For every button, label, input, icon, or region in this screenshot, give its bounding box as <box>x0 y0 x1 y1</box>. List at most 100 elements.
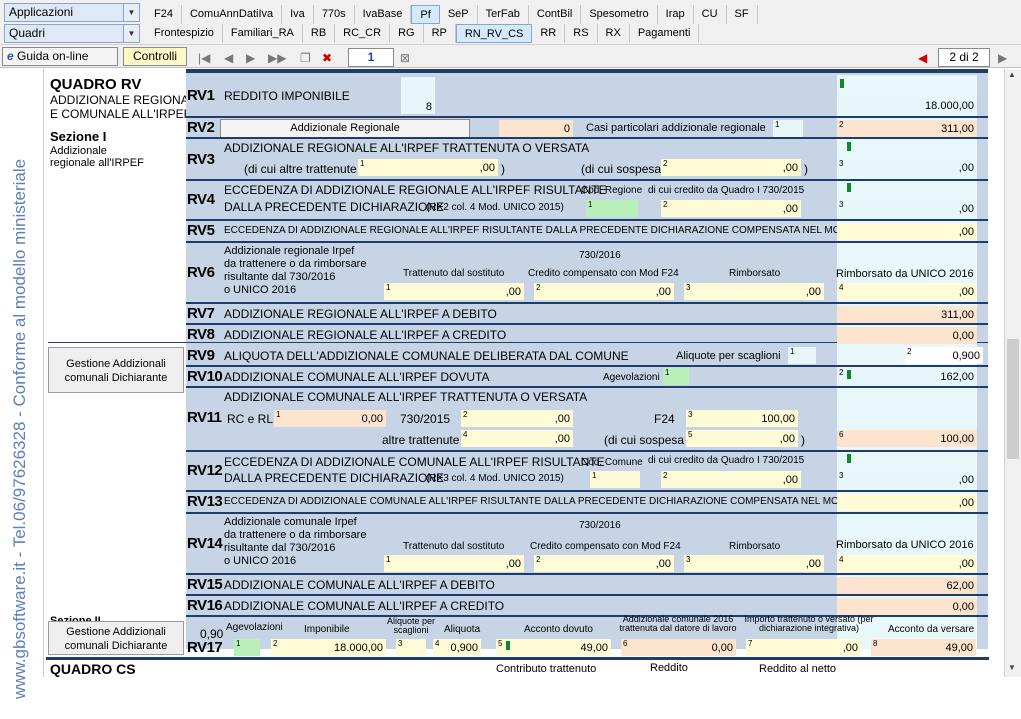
rv14-col-1: Trattenuto dal sostituto <box>403 541 505 552</box>
tab-rn-rv-cs[interactable]: RN_RV_CS <box>455 24 533 43</box>
copy-icon[interactable]: ❐ <box>300 51 311 65</box>
rv5-field[interactable]: ,00 <box>837 223 977 240</box>
chevron-down-icon[interactable]: ▼ <box>123 25 139 42</box>
tab-irap[interactable]: Irap <box>658 5 694 24</box>
tab-comuanndatiiva[interactable]: ComuAnnDatiIva <box>182 5 283 24</box>
addizionale-regionale-button[interactable]: Addizionale Regionale <box>220 119 470 138</box>
rv2-field-0[interactable]: 0 <box>499 120 573 137</box>
tab-rc-cr[interactable]: RC_CR <box>335 24 391 43</box>
rv3-field-2[interactable]: 2,00 <box>661 159 801 176</box>
rv14-field-3[interactable]: 3,00 <box>684 555 824 572</box>
tab-ivabase[interactable]: IvaBase <box>355 5 412 24</box>
close-icon[interactable]: ⊠ <box>400 51 410 65</box>
prev-page-icon[interactable]: ◀ <box>224 51 233 65</box>
rv5-label: ECCEDENZA DI ADDIZIONALE REGIONALE ALL'I… <box>224 225 871 236</box>
rv17-field-2[interactable]: 2 18.000,00 <box>271 639 386 656</box>
rv12-field-1[interactable]: 1 <box>590 471 640 488</box>
rv12-field-3[interactable]: 3,00 <box>837 454 977 488</box>
next-module-icon[interactable]: ▶ <box>998 51 1007 65</box>
rv11-field-1[interactable]: 1 0,00 <box>274 410 386 427</box>
rv16-field[interactable]: 0,00 <box>837 598 977 615</box>
rv3-field-1[interactable]: 1,00 <box>358 159 498 176</box>
rv7-field[interactable]: 311,00 <box>837 306 977 323</box>
rv14-field-2[interactable]: 2,00 <box>534 555 674 572</box>
rv11-field-5[interactable]: 5,00 <box>686 430 798 447</box>
rv3-altre-label: (di cui altre trattenute <box>244 162 357 176</box>
rv10-field-2[interactable]: 2 162,00 <box>837 368 977 385</box>
controlli-button[interactable]: Controlli <box>123 47 187 66</box>
rv3-field-3[interactable]: 3,00 <box>837 142 977 176</box>
rv6-field-4[interactable]: 4,00 <box>837 283 977 300</box>
next-page-icon[interactable]: ▶ <box>246 51 255 65</box>
last-page-icon[interactable]: ▶▶ <box>268 51 286 65</box>
rv9-field-2[interactable]: 2 0,900 <box>905 347 983 364</box>
tab-pagamenti[interactable]: Pagamenti <box>630 24 700 43</box>
rv11-field-2[interactable]: 2,00 <box>461 410 573 427</box>
rv2-field-1[interactable]: 1 <box>773 120 803 137</box>
scroll-thumb[interactable] <box>1007 339 1019 459</box>
row-divider <box>186 573 988 575</box>
rv17-field-7[interactable]: 7,00 <box>746 639 861 656</box>
rv12-field-2[interactable]: 2,00 <box>661 471 801 488</box>
tab-iva[interactable]: Iva <box>282 5 314 24</box>
tab-contbil[interactable]: ContBil <box>529 5 582 24</box>
rv6-field-3[interactable]: 3,00 <box>684 283 824 300</box>
scroll-up-icon[interactable]: ▲ <box>1008 70 1016 79</box>
tab-770s[interactable]: 770s <box>314 5 355 24</box>
rv1-field-2[interactable]: 18.000,00 <box>837 79 977 114</box>
gestione-addizionali-button-1[interactable]: Gestione Addizionali comunali Dichiarant… <box>48 347 184 393</box>
rv17-field-5[interactable]: 5 49,00 <box>496 639 611 656</box>
rv13-field[interactable]: ,00 <box>837 494 977 511</box>
tab-sep[interactable]: SeP <box>440 5 478 24</box>
rv15-field[interactable]: 62,00 <box>837 577 977 594</box>
rv1-field-1[interactable]: 8 <box>401 77 435 114</box>
rv8-field[interactable]: 0,00 <box>837 327 977 344</box>
rv4-field-3[interactable]: 3,00 <box>837 183 977 217</box>
rv6-field-1[interactable]: 1,00 <box>384 283 524 300</box>
rv14-field-1[interactable]: 1,00 <box>384 555 524 572</box>
tab-terfab[interactable]: TerFab <box>478 5 529 24</box>
tab-frontespizio[interactable]: Frontespizio <box>146 24 223 43</box>
tab-sf[interactable]: SF <box>727 5 758 24</box>
tab-familiari-ra[interactable]: Familiari_RA <box>223 24 303 43</box>
rv6-field-2[interactable]: 2,00 <box>534 283 674 300</box>
rv1-decimals: ,00 <box>958 100 974 112</box>
rv17-field-3[interactable]: 3 <box>396 639 426 656</box>
page-number-box[interactable]: 1 <box>348 48 394 67</box>
tab-rr[interactable]: RR <box>532 24 566 43</box>
tab-rb[interactable]: RB <box>303 24 336 43</box>
rv17-field-8[interactable]: 8 49,00 <box>871 639 976 656</box>
vertical-scrollbar[interactable]: ▲ ▼ <box>1004 69 1021 677</box>
quadri-dropdown[interactable]: Quadri ▼ <box>4 24 140 43</box>
tab-rx[interactable]: RX <box>598 24 630 43</box>
delete-page-icon[interactable]: ✖ <box>322 51 332 65</box>
rv2-field-2[interactable]: 2 311,00 <box>837 120 977 137</box>
gestione-addizionali-button-2[interactable]: Gestione Addizionali comunali Dichiarant… <box>48 621 184 655</box>
rv4-field-2[interactable]: 2,00 <box>661 200 801 217</box>
rv17-field-4[interactable]: 4 0,900 <box>433 639 481 656</box>
rv11-field-3[interactable]: 3 100,00 <box>686 410 798 427</box>
rv11-field-6[interactable]: 6 100,00 <box>837 430 977 447</box>
page-number: 1 <box>367 50 375 64</box>
chevron-down-icon[interactable]: ▼ <box>123 4 139 21</box>
tab-rp[interactable]: RP <box>424 24 456 43</box>
rv17-h-agevolazioni: Agevolazioni <box>226 622 283 633</box>
tab-f24[interactable]: F24 <box>146 5 182 24</box>
rv9-field-1[interactable]: 1 <box>788 347 816 364</box>
tab-cu[interactable]: CU <box>694 5 727 24</box>
applicazioni-dropdown[interactable]: Applicazioni ▼ <box>4 3 140 22</box>
guida-online-button[interactable]: e Guida on-line <box>2 47 118 66</box>
scroll-down-icon[interactable]: ▼ <box>1008 663 1016 672</box>
rv11-field-4[interactable]: 4,00 <box>461 430 573 447</box>
rv4-field-1[interactable]: 1 <box>586 200 638 217</box>
rv17-field-1[interactable]: 1 <box>234 639 260 656</box>
rv14-field-4[interactable]: 4,00 <box>837 555 977 572</box>
tab-pf[interactable]: Pf <box>411 5 440 24</box>
prev-module-icon[interactable]: ◀ <box>918 51 927 65</box>
rv10-field-1[interactable]: 1 <box>663 368 689 385</box>
tab-rs[interactable]: RS <box>565 24 598 43</box>
tab-rg[interactable]: RG <box>390 24 424 43</box>
first-page-icon[interactable]: |◀ <box>198 51 210 65</box>
tab-spesometro[interactable]: Spesometro <box>581 5 658 24</box>
rv17-field-6[interactable]: 6 0,00 <box>621 639 736 656</box>
